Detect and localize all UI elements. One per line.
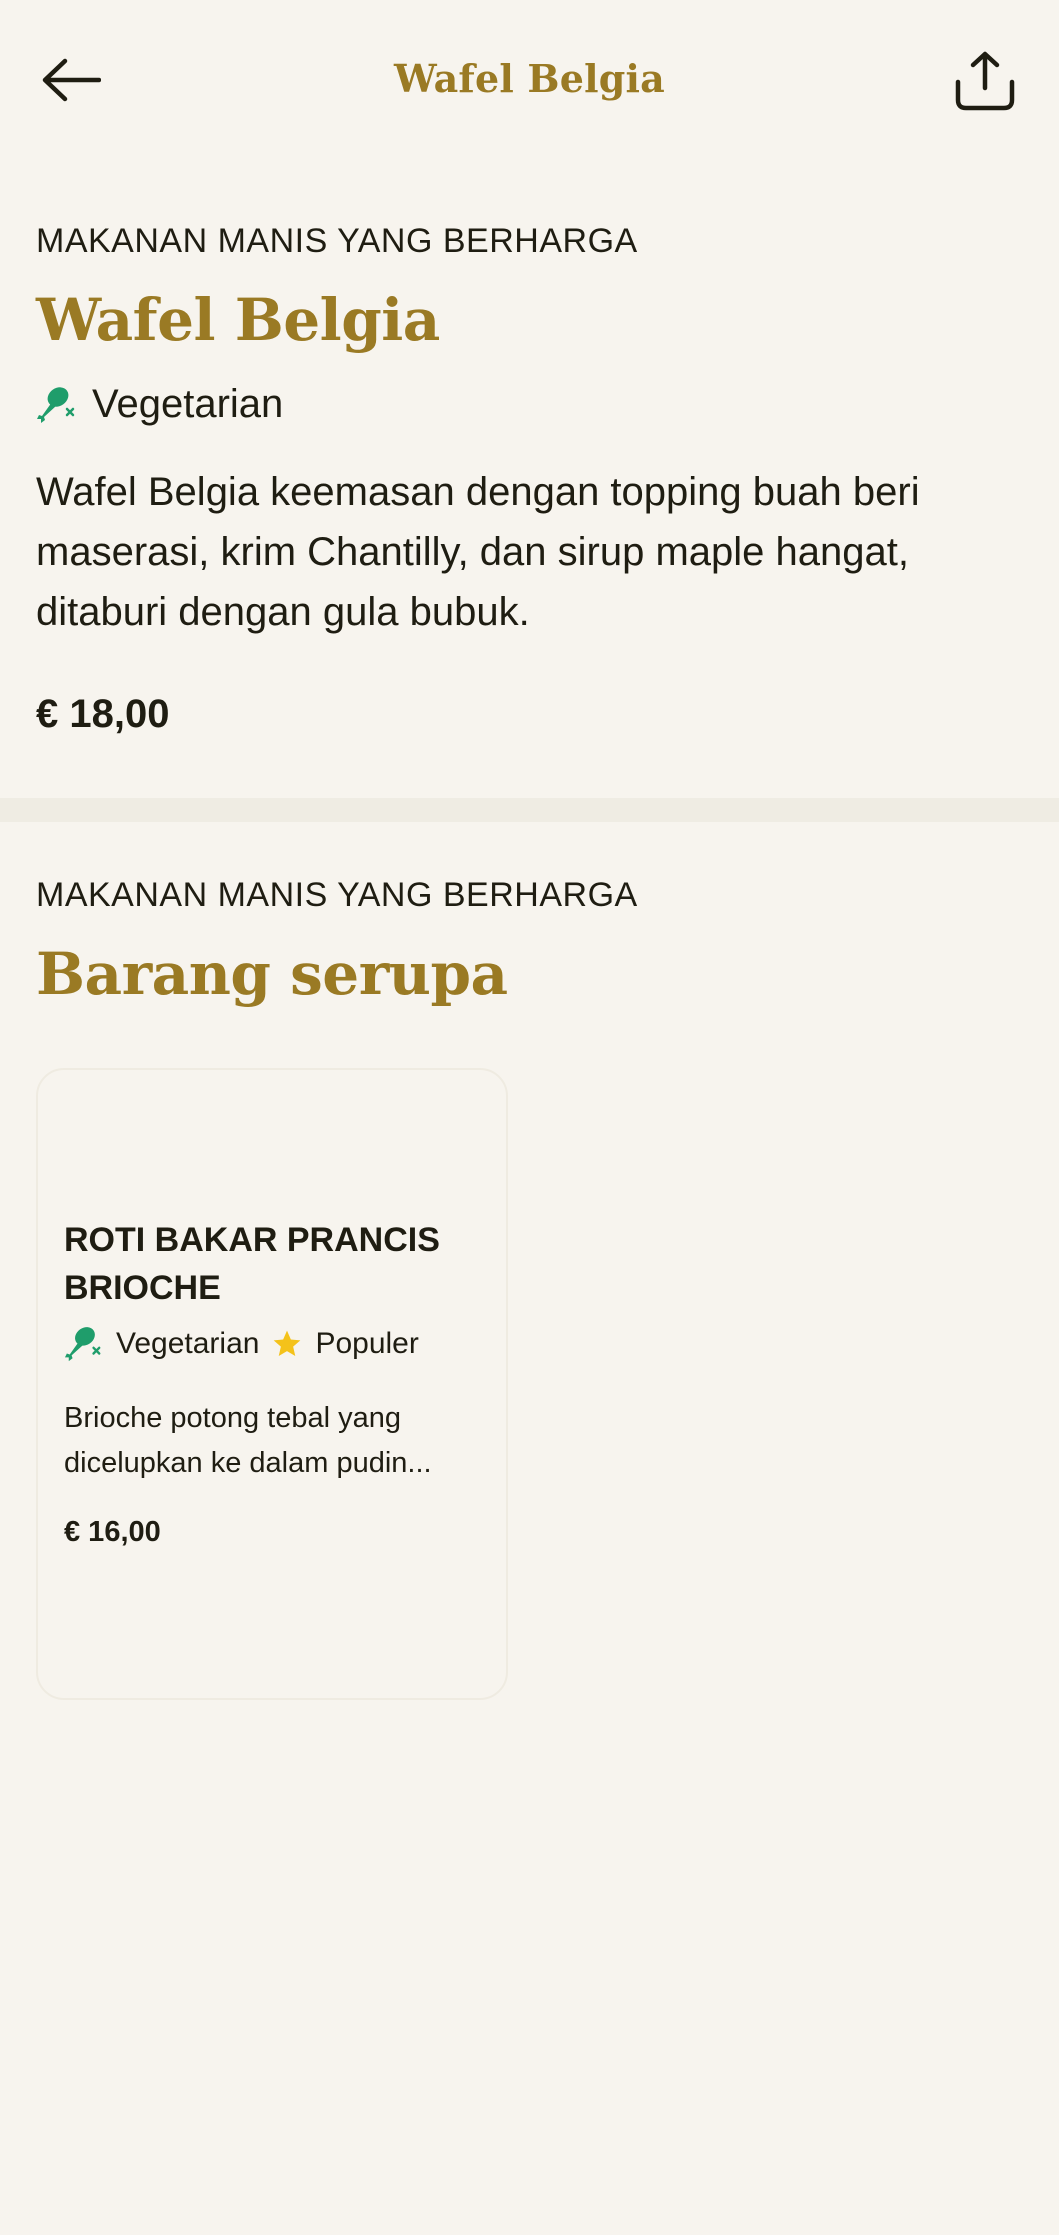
item-description: Wafel Belgia keemasan dengan topping bua… (36, 470, 920, 634)
card-price: € 16,00 (64, 1516, 161, 1548)
vegetarian-label: Vegetarian (92, 382, 284, 426)
share-button[interactable] (950, 48, 1020, 118)
page-title: Wafel Belgia (394, 56, 665, 101)
card-title: ROTI BAKAR PRANCIS BRIOCHE (64, 1221, 440, 1307)
section-divider (0, 798, 1059, 822)
item-tags: Vegetarian (36, 382, 1026, 427)
share-icon (954, 50, 1016, 117)
item-price: € 18,00 (36, 692, 170, 736)
card-tag-vegetarian: Vegetarian (116, 1327, 260, 1360)
star-icon (271, 1328, 303, 1360)
item-name: Wafel Belgia (36, 286, 440, 354)
similar-section: MAKANAN MANIS YANG BERHARGA (36, 876, 1026, 915)
similar-item-card[interactable]: ROTI BAKAR PRANCIS BRIOCHE Vegetarian Po… (36, 1068, 508, 1700)
similar-heading: Barang serupa (36, 940, 508, 1008)
item-category: MAKANAN MANIS YANG BERHARGA (36, 222, 638, 260)
similar-category: MAKANAN MANIS YANG BERHARGA (36, 876, 638, 914)
card-description: Brioche potong tebal yang dicelupkan ke … (64, 1402, 432, 1479)
item-detail: MAKANAN MANIS YANG BERHARGA (36, 222, 1026, 261)
vegetarian-drumstick-icon (64, 1324, 104, 1364)
vegetarian-drumstick-icon (36, 384, 78, 426)
card-tags: Vegetarian Populer (64, 1324, 419, 1364)
card-tag-popular: Populer (315, 1327, 419, 1360)
top-bar: Wafel Belgia (0, 0, 1059, 170)
